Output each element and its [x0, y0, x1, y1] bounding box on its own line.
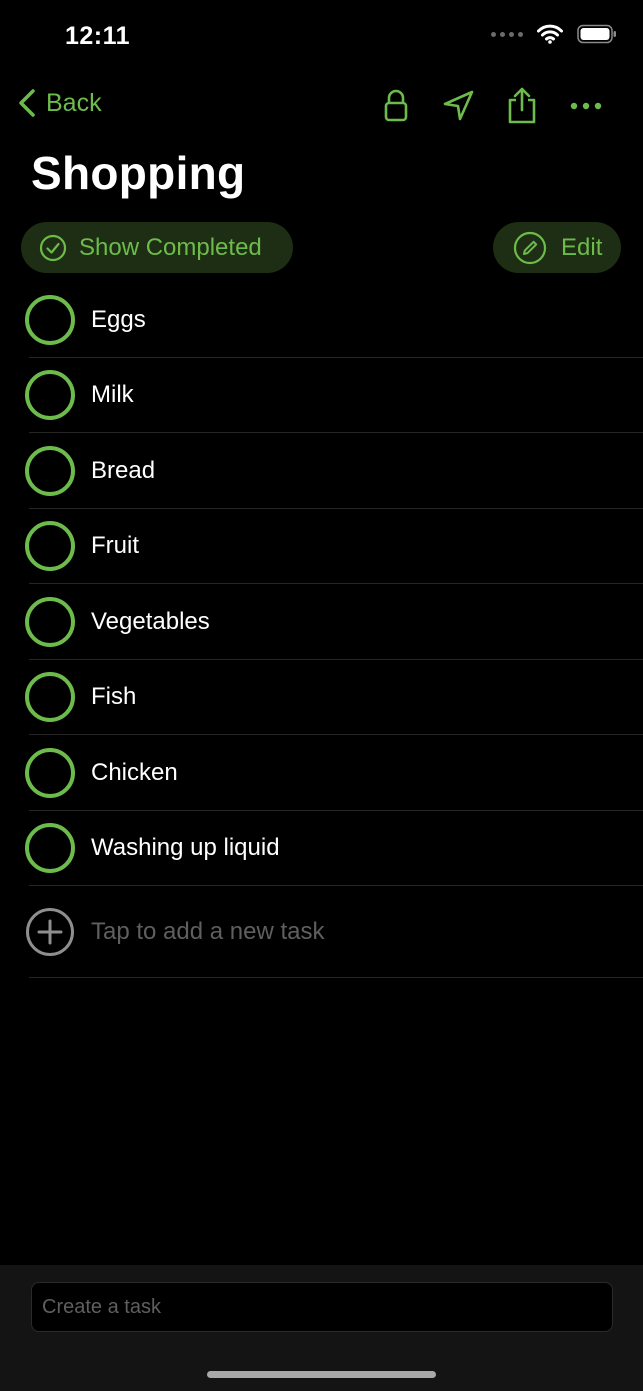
battery-icon [577, 24, 616, 44]
show-completed-button[interactable]: Show Completed [21, 222, 293, 273]
task-checkbox[interactable] [25, 445, 75, 496]
task-checkbox[interactable] [25, 747, 75, 798]
task-checkbox[interactable] [25, 596, 75, 647]
task-checkbox[interactable] [25, 823, 75, 874]
lock-icon [384, 89, 408, 122]
location-button[interactable] [438, 86, 478, 126]
task-label: Vegetables [91, 607, 210, 635]
bottom-bar [0, 1265, 643, 1391]
status-indicators [491, 24, 617, 44]
page-title: Shopping [31, 147, 246, 199]
location-arrow-icon [443, 90, 474, 121]
task-row[interactable]: Milk [0, 358, 643, 434]
task-list: Eggs Milk Bread Fruit Vegetables Fish Ch… [0, 282, 643, 978]
status-time: 12:11 [65, 22, 131, 50]
task-row[interactable]: Fish [0, 660, 643, 736]
screen: 12:11 Back Shopping Show Completed Edit … [0, 0, 643, 1391]
share-button[interactable] [502, 86, 542, 126]
ellipsis-icon [570, 102, 602, 110]
plus-circle-icon [26, 908, 74, 956]
back-button[interactable]: Back [18, 88, 102, 118]
navigation-bar: Back [0, 80, 643, 130]
task-label: Fish [91, 683, 137, 711]
edit-label: Edit [561, 233, 603, 261]
task-label: Chicken [91, 758, 178, 786]
wifi-icon [537, 24, 563, 44]
share-icon [508, 87, 536, 124]
task-checkbox[interactable] [25, 521, 75, 572]
task-row[interactable]: Bread [0, 433, 643, 509]
add-task-row[interactable]: Tap to add a new task [0, 886, 643, 978]
task-label: Fruit [91, 532, 139, 560]
more-button[interactable] [566, 86, 606, 126]
lock-button[interactable] [376, 86, 416, 126]
chevron-left-icon [19, 89, 35, 117]
task-checkbox[interactable] [25, 294, 75, 345]
check-circle-icon [39, 234, 67, 261]
task-checkbox[interactable] [25, 672, 75, 723]
home-indicator [207, 1371, 436, 1378]
task-row[interactable]: Vegetables [0, 584, 643, 660]
add-task-label: Tap to add a new task [91, 918, 325, 945]
task-row[interactable]: Eggs [0, 282, 643, 358]
create-task-input[interactable] [31, 1282, 613, 1332]
back-label: Back [46, 88, 102, 117]
task-label: Bread [91, 456, 156, 484]
task-checkbox[interactable] [25, 370, 75, 421]
edit-button[interactable]: Edit [493, 222, 621, 273]
pencil-circle-icon [513, 231, 547, 264]
show-completed-label: Show Completed [79, 233, 262, 261]
task-row[interactable]: Washing up liquid [0, 811, 643, 887]
task-label: Milk [91, 381, 134, 409]
task-row[interactable]: Fruit [0, 509, 643, 585]
task-label: Eggs [91, 305, 146, 333]
task-row[interactable]: Chicken [0, 735, 643, 811]
signal-dots-icon [491, 31, 523, 37]
task-label: Washing up liquid [91, 834, 280, 862]
